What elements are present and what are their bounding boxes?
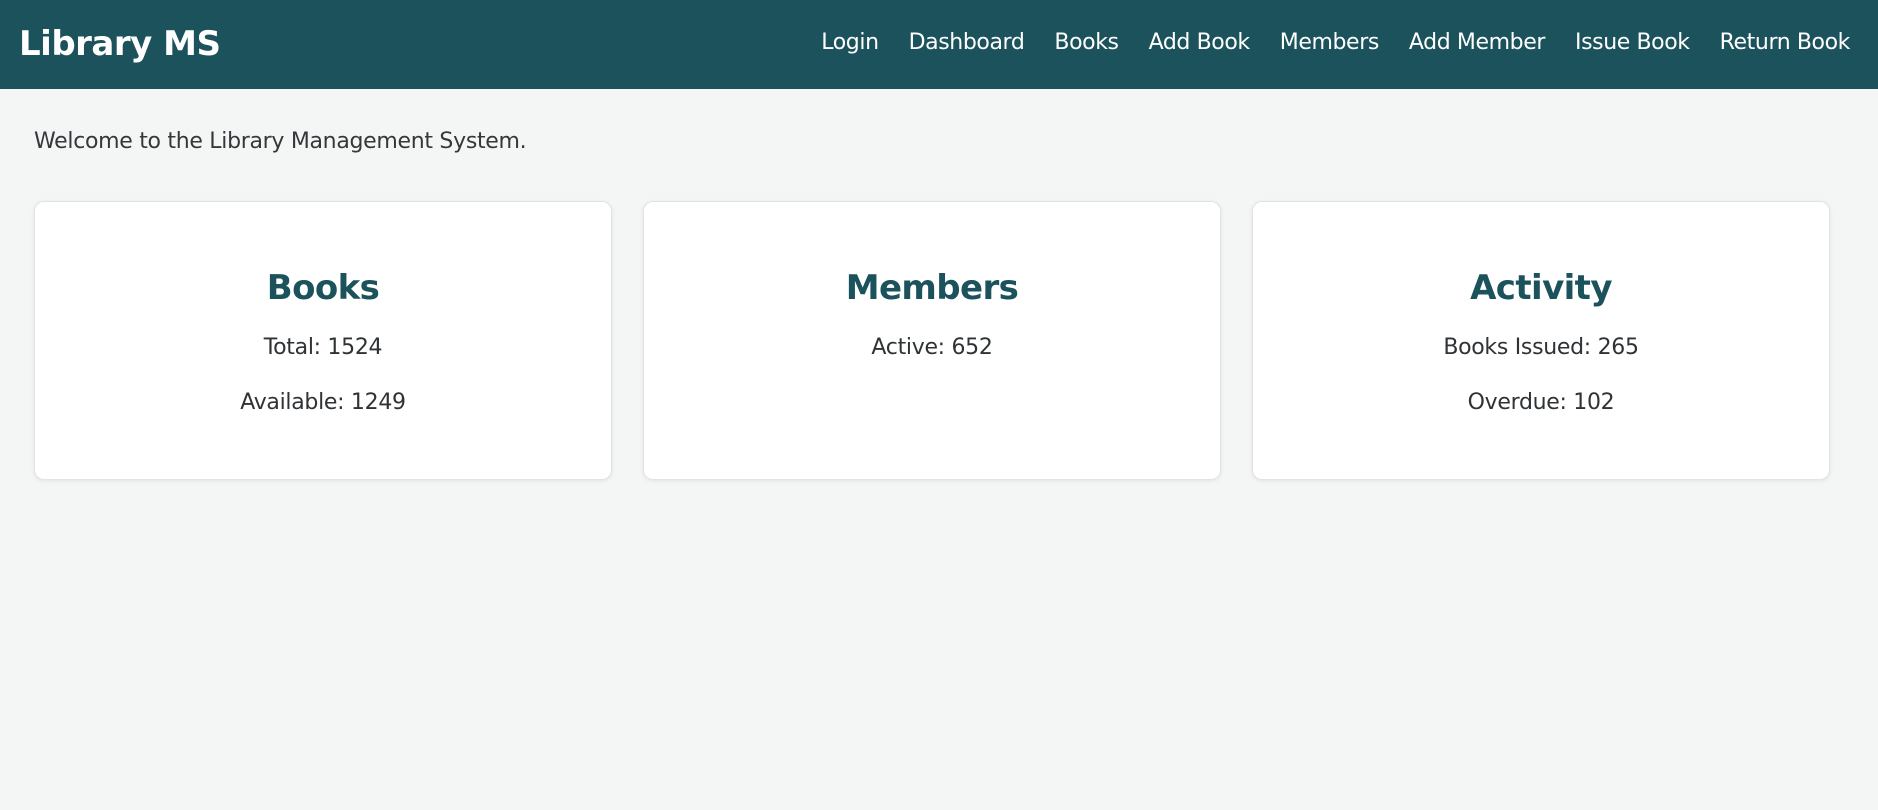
nav-link-return-book[interactable]: Return Book — [1720, 27, 1851, 59]
stats-cards: Books Total: 1524 Available: 1249 Member… — [34, 201, 1834, 480]
nav-link-members[interactable]: Members — [1280, 27, 1380, 59]
nav-link-add-member[interactable]: Add Member — [1409, 27, 1545, 59]
nav-link-login[interactable]: Login — [821, 27, 879, 59]
nav-links: Login Dashboard Books Add Book Members A… — [821, 27, 1850, 59]
card-title: Activity — [1470, 268, 1612, 308]
members-active-stat: Active: 652 — [871, 335, 993, 360]
books-issued-stat: Books Issued: 265 — [1443, 335, 1639, 360]
books-available-stat: Available: 1249 — [240, 390, 406, 415]
dashboard-main: Welcome to the Library Management System… — [34, 124, 1834, 480]
nav-link-books[interactable]: Books — [1054, 27, 1119, 59]
card-title: Books — [266, 268, 380, 308]
nav-link-issue-book[interactable]: Issue Book — [1575, 27, 1690, 59]
top-navbar: Library MS Login Dashboard Books Add Boo… — [0, 0, 1878, 89]
books-total-stat: Total: 1524 — [263, 335, 383, 360]
books-card: Books Total: 1524 Available: 1249 — [34, 201, 612, 480]
welcome-message: Welcome to the Library Management System… — [34, 129, 527, 154]
brand-logo-link[interactable]: Library MS — [19, 20, 221, 68]
activity-card: Activity Books Issued: 265 Overdue: 102 — [1252, 201, 1830, 480]
members-card: Members Active: 652 — [643, 201, 1221, 480]
nav-link-dashboard[interactable]: Dashboard — [909, 27, 1025, 59]
overdue-stat: Overdue: 102 — [1467, 390, 1615, 415]
nav-link-add-book[interactable]: Add Book — [1149, 27, 1251, 59]
card-title: Members — [845, 268, 1019, 308]
